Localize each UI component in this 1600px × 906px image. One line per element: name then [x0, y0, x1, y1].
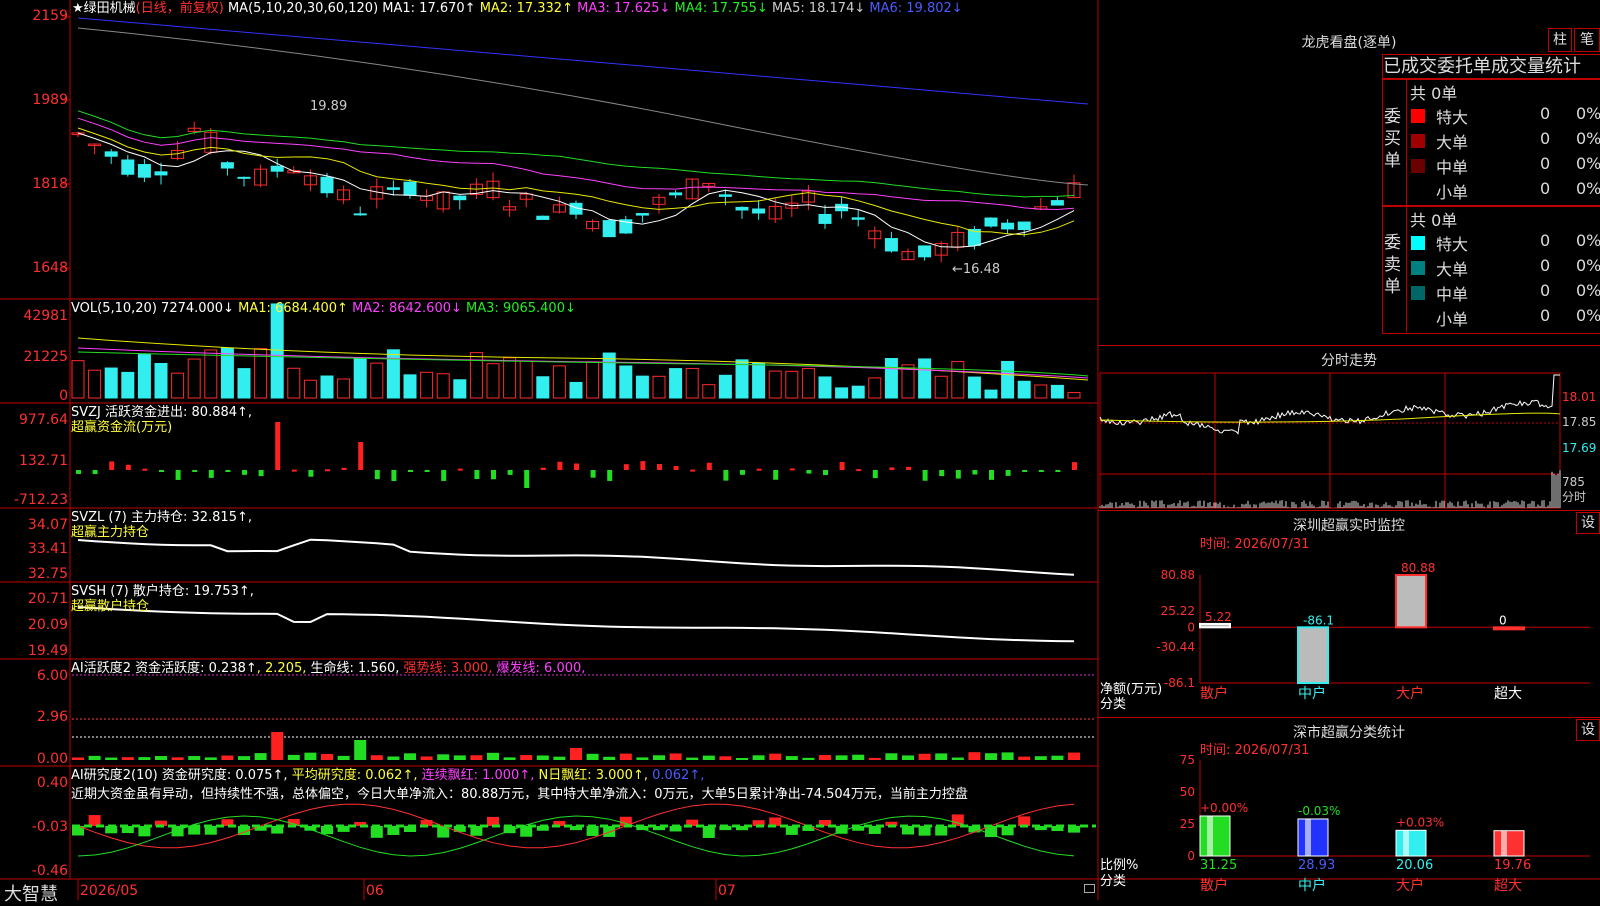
classify-bar — [1493, 830, 1525, 857]
classify-ylabel: 比例% — [1100, 858, 1139, 873]
classify-bar — [1199, 815, 1231, 857]
classify-category-label: 超大 — [1494, 878, 1522, 894]
classify-category-label: 大户 — [1396, 877, 1424, 894]
classify-bar-highlight — [1207, 816, 1213, 856]
classify-bar-highlight — [1305, 818, 1311, 856]
classify-change-label: +0.03% — [1396, 815, 1444, 829]
classify-bar-highlight — [1501, 830, 1507, 856]
classify-bar-highlight — [1403, 830, 1409, 856]
classify-value-label: 20.06 — [1396, 858, 1433, 873]
classify-change-label: -0.03% — [1298, 804, 1340, 818]
classify-bar — [1297, 818, 1329, 857]
classify-axis-label: 25 — [1180, 817, 1195, 831]
classify-xlabel: 分类 — [1100, 874, 1127, 889]
classify-value-label: 28.93 — [1298, 858, 1335, 873]
classify-value-label: 31.25 — [1200, 858, 1237, 873]
classify-axis-label: 50 — [1180, 785, 1195, 799]
classify-category-label: 散户 — [1200, 877, 1228, 894]
classify-axis-label: 75 — [1180, 753, 1195, 767]
classify-chart: 75 50 25 0 31.25 +0.00% 散户 28.93 -0.03% 中户 20.06 +0… — [1180, 753, 1590, 894]
classify-category-label: 中户 — [1298, 877, 1326, 894]
classify-axis-label: 0 — [1187, 849, 1195, 863]
classify-bar — [1395, 829, 1427, 857]
classify-value-label: 19.76 — [1494, 858, 1531, 873]
classify-change-label: +0.00% — [1200, 801, 1248, 815]
